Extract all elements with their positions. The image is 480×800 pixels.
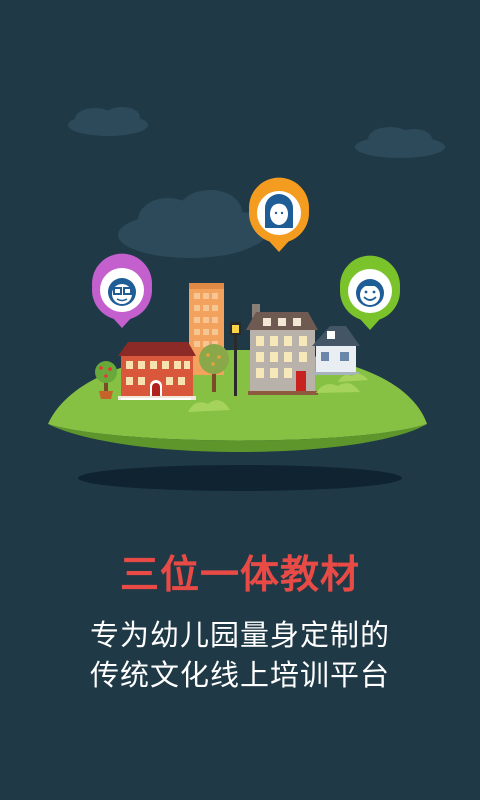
cloud-icon — [68, 107, 148, 136]
town-island-illustration — [48, 107, 445, 491]
splash-screen: 三位一体教材 专为幼儿园量身定制的 传统文化线上培训平台 — [0, 0, 480, 800]
fence — [121, 398, 191, 400]
headline-title: 三位一体教材 — [119, 553, 360, 598]
small-house — [312, 326, 360, 375]
brick-house — [118, 342, 196, 400]
subtitle-line-2: 传统文化线上培训平台 — [89, 658, 390, 692]
pin-child-smile[interactable] — [340, 255, 401, 330]
child-smile-avatar-icon — [356, 279, 384, 307]
subtitle-line-1: 专为幼儿园量身定制的 — [89, 618, 390, 652]
townhouse — [246, 304, 318, 395]
pin-boy-glasses[interactable] — [91, 253, 152, 328]
cloud-icon — [355, 127, 445, 158]
girl-avatar-icon — [265, 194, 293, 228]
boy-glasses-avatar-icon — [108, 278, 136, 306]
island-shadow — [78, 465, 402, 491]
cloud-icon — [118, 190, 268, 258]
